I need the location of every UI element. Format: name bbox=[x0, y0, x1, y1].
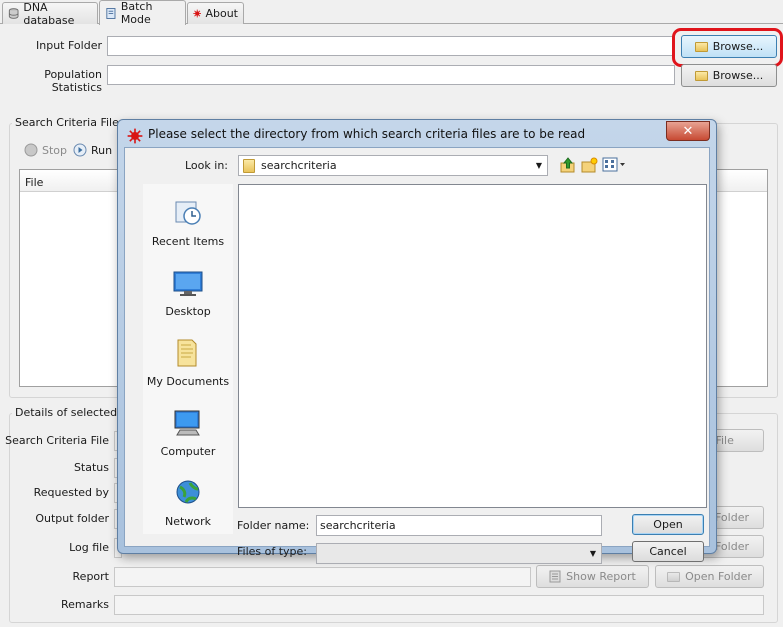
tab-label: About bbox=[205, 7, 238, 20]
close-button[interactable]: ✕ bbox=[666, 121, 710, 141]
output-folder-label: Output folder bbox=[35, 512, 109, 525]
database-icon bbox=[8, 8, 19, 19]
log-file-label: Log file bbox=[69, 541, 109, 554]
open-button[interactable]: Open bbox=[632, 514, 704, 535]
report-icon bbox=[549, 570, 561, 583]
place-label: Network bbox=[165, 515, 211, 528]
folder-name-value: searchcriteria bbox=[320, 519, 396, 532]
open-folder-label: Folder bbox=[715, 540, 749, 553]
status-label: Status bbox=[73, 461, 109, 474]
look-in-value: searchcriteria bbox=[261, 159, 337, 172]
place-my-documents[interactable]: My Documents bbox=[143, 338, 233, 388]
highlight-ring bbox=[672, 28, 783, 67]
place-label: Recent Items bbox=[151, 235, 225, 248]
browse-label: Browse... bbox=[712, 69, 764, 82]
run-button[interactable]: Run bbox=[73, 143, 112, 157]
population-statistics-field[interactable] bbox=[107, 65, 675, 85]
search-criteria-title: Search Criteria Files bbox=[12, 116, 128, 129]
tab-label: Batch Mode bbox=[120, 0, 153, 26]
browse-population-statistics-button[interactable]: Browse... bbox=[681, 64, 777, 87]
dialog-body: Look in: searchcriteria ▼ Recent Items D… bbox=[124, 147, 710, 564]
run-label: Run bbox=[91, 143, 113, 157]
folder-icon bbox=[667, 571, 681, 582]
cancel-label: Cancel bbox=[649, 545, 687, 558]
place-network[interactable]: Network bbox=[143, 478, 233, 528]
files-of-type-label: Files of type: bbox=[237, 545, 308, 558]
tab-label: DNA database bbox=[23, 0, 75, 27]
desktop-icon bbox=[173, 271, 203, 296]
file-column-label: File bbox=[25, 176, 44, 189]
place-desktop[interactable]: Desktop bbox=[143, 268, 233, 318]
input-folder-field[interactable] bbox=[107, 36, 675, 56]
close-icon: ✕ bbox=[682, 123, 694, 139]
search-criteria-file-label: Search Criteria File bbox=[5, 434, 109, 447]
place-computer[interactable]: Computer bbox=[143, 408, 233, 458]
remarks-field bbox=[114, 595, 764, 615]
my-documents-icon bbox=[177, 339, 197, 367]
remarks-label: Remarks bbox=[61, 598, 109, 611]
stop-label: Stop bbox=[42, 143, 68, 157]
directory-chooser-dialog: Please select the directory from which s… bbox=[117, 119, 717, 564]
stop-button[interactable]: Stop bbox=[24, 143, 67, 157]
chevron-down-icon: ▼ bbox=[589, 549, 597, 558]
folder-name-input[interactable]: searchcriteria bbox=[316, 515, 602, 536]
play-icon bbox=[73, 143, 87, 157]
up-folder-icon[interactable] bbox=[559, 156, 577, 174]
open-folder-label: Folder bbox=[715, 511, 749, 524]
network-icon bbox=[176, 480, 200, 504]
tab-about[interactable]: About bbox=[187, 2, 244, 24]
files-of-type-combo[interactable]: ▼ bbox=[316, 543, 602, 564]
requested-by-label: Requested by bbox=[33, 486, 109, 499]
computer-icon bbox=[174, 410, 200, 436]
stop-icon bbox=[24, 143, 38, 157]
recent-items-icon bbox=[175, 201, 201, 225]
places-bar: Recent Items Desktop My Documents Comput… bbox=[143, 184, 233, 534]
place-label: Desktop bbox=[165, 305, 211, 318]
folder-icon bbox=[243, 158, 255, 173]
cancel-button[interactable]: Cancel bbox=[632, 541, 704, 562]
tab-bar: DNA database Batch Mode About bbox=[0, 0, 783, 27]
view-menu-icon[interactable] bbox=[602, 157, 626, 173]
open-folder-label: Open Folder bbox=[685, 570, 752, 583]
show-report-label: Show Report bbox=[566, 570, 636, 583]
notebook-icon bbox=[106, 7, 116, 19]
tab-batch-mode[interactable]: Batch Mode bbox=[99, 0, 186, 26]
open-label: Open bbox=[653, 518, 683, 531]
folder-name-label: Folder name: bbox=[237, 519, 310, 532]
place-recent-items[interactable]: Recent Items bbox=[143, 198, 233, 248]
open-report-folder-button[interactable]: Open Folder bbox=[655, 565, 764, 588]
input-folder-label: Input Folder bbox=[36, 39, 102, 52]
look-in-combo[interactable]: searchcriteria ▼ bbox=[238, 155, 548, 176]
app-logo-icon bbox=[127, 128, 143, 144]
look-in-label: Look in: bbox=[185, 159, 228, 172]
report-field bbox=[114, 567, 531, 587]
population-statistics-label: Population Statistics bbox=[44, 68, 102, 94]
file-list-area[interactable] bbox=[238, 184, 707, 508]
place-label: My Documents bbox=[146, 375, 230, 388]
folder-icon bbox=[694, 70, 708, 81]
new-folder-icon[interactable] bbox=[580, 156, 598, 174]
tab-dna-database[interactable]: DNA database bbox=[2, 0, 98, 27]
app-logo-icon bbox=[193, 9, 202, 18]
place-label: Computer bbox=[160, 445, 216, 458]
show-report-button[interactable]: Show Report bbox=[536, 565, 649, 588]
dialog-title: Please select the directory from which s… bbox=[148, 127, 586, 141]
report-label: Report bbox=[72, 570, 109, 583]
chevron-down-icon: ▼ bbox=[535, 161, 543, 170]
